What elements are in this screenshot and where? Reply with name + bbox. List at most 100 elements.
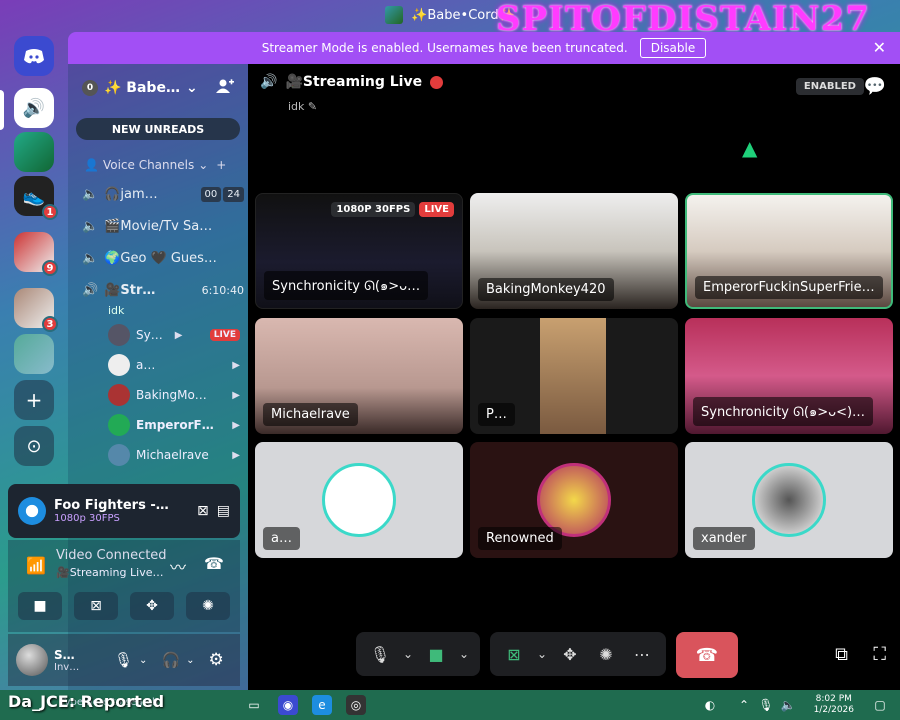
server-folder-2[interactable]: 3 bbox=[14, 288, 58, 332]
taskbar-clock[interactable]: 8:02 PM 1/2/2026 bbox=[814, 694, 854, 716]
voice-channel-name: 🎥Streaming Live… bbox=[56, 566, 164, 579]
clock-date: 1/2/2026 bbox=[813, 705, 854, 715]
speaker-icon: 🔈 bbox=[82, 218, 99, 234]
tile-name: Synchronicity ᘏ(๑>ᴗ<)… bbox=[693, 397, 874, 426]
chevron-down-icon[interactable]: ⌄ bbox=[456, 638, 472, 670]
disconnect-icon[interactable]: ☎ bbox=[204, 554, 224, 573]
add-server-icon[interactable]: + bbox=[14, 380, 54, 420]
avatar-tile[interactable]: Renowned bbox=[470, 442, 678, 558]
video-tile[interactable]: Synchronicity ᘏ(๑>ᴗ<)… bbox=[685, 318, 893, 434]
app-icon bbox=[385, 6, 404, 24]
mouse-cursor-icon: ▲ bbox=[742, 136, 758, 160]
discord-taskbar-icon[interactable]: ◉ bbox=[278, 695, 298, 715]
screen-share-button[interactable]: ⊠ bbox=[74, 592, 118, 620]
add-channel-icon[interactable]: + bbox=[216, 158, 226, 172]
headphones-icon[interactable]: 🎧 bbox=[161, 651, 180, 669]
activities-button[interactable]: ✥ bbox=[130, 592, 174, 620]
task-view-icon[interactable]: ▭ bbox=[244, 695, 264, 715]
microphone-icon[interactable]: 🎙 bbox=[114, 651, 133, 669]
channel-jam[interactable]: 🔈 🎧jam… 00 24 bbox=[82, 180, 244, 208]
chevron-down-icon[interactable]: ⌄ bbox=[139, 655, 147, 666]
hang-up-button[interactable]: ☎ bbox=[676, 632, 738, 678]
activity-panel[interactable]: Foo Fighters -… 1080p 30FPS ⊠ ▤ bbox=[8, 484, 240, 538]
close-icon[interactable]: ✕ bbox=[873, 38, 886, 57]
avatar-tile[interactable]: a… bbox=[255, 442, 463, 558]
channel-movie-tv[interactable]: 🔈 🎬Movie/Tv Sa… bbox=[82, 212, 244, 240]
settings-gear-icon[interactable]: ⚙ bbox=[209, 650, 224, 670]
notification-icon[interactable]: ▢ bbox=[870, 695, 890, 715]
microphone-icon[interactable]: 🎙 bbox=[364, 638, 396, 670]
voice-user[interactable]: a… ▶ bbox=[108, 352, 240, 378]
add-user-icon[interactable] bbox=[216, 78, 234, 98]
popout-icon[interactable]: ⧉ bbox=[835, 644, 848, 665]
voice-user[interactable]: EmperorF… ▶ bbox=[108, 412, 240, 438]
camera-icon: ■ bbox=[33, 598, 47, 614]
camera-icon[interactable]: ■ bbox=[420, 638, 452, 670]
avatar bbox=[108, 444, 130, 466]
more-icon[interactable]: ⋯ bbox=[626, 638, 658, 670]
avatar bbox=[108, 354, 130, 376]
stage-subtitle[interactable]: idk ✎ bbox=[288, 100, 317, 113]
noise-suppression-icon[interactable]: 〰 bbox=[170, 554, 186, 578]
microphone-tray-icon[interactable]: 🎙 bbox=[756, 695, 776, 715]
edge-taskbar-icon[interactable]: e bbox=[312, 695, 332, 715]
tile-name: P… bbox=[478, 403, 515, 426]
voice-user[interactable]: Michaelrave ▶ bbox=[108, 442, 240, 468]
unread-badge: 1 bbox=[42, 204, 58, 220]
channel-geo-guess[interactable]: 🔈 🌍Geo 🖤 Gues… bbox=[82, 244, 244, 272]
video-tile[interactable]: Michaelrave bbox=[255, 318, 463, 434]
new-unreads-pill[interactable]: NEW UNREADS bbox=[76, 118, 240, 140]
title-bar: ✨Babe•Cord✨ SPITOFDISTAIN27 bbox=[0, 0, 900, 36]
fullscreen-icon[interactable]: ⛶ bbox=[873, 644, 886, 665]
chevron-up-icon[interactable]: ⌃ bbox=[734, 695, 754, 715]
server-icon-docs[interactable]: 🔊 bbox=[14, 88, 54, 128]
voice-user[interactable]: Sy… ▶ LIVE bbox=[108, 322, 240, 348]
activities-icon[interactable]: ✥ bbox=[554, 638, 586, 670]
mic-group: 🎙 ⌄ ■ ⌄ bbox=[356, 632, 480, 676]
speaker-icon: 🔊 bbox=[82, 282, 99, 298]
soundboard-button[interactable]: ✺ bbox=[186, 592, 230, 620]
tile-name: a… bbox=[263, 527, 300, 550]
chat-bubble-icon[interactable]: 💬 bbox=[864, 76, 886, 97]
avatar bbox=[108, 324, 130, 346]
disable-button[interactable]: Disable bbox=[639, 38, 707, 58]
avatar[interactable] bbox=[16, 644, 48, 676]
streamer-mode-enabled-badge[interactable]: ENABLED bbox=[795, 78, 864, 95]
voice-user-name: BakingMo… bbox=[136, 388, 207, 402]
channel-streaming-live[interactable]: 🔊 🎥Str… 6:10:40 bbox=[82, 276, 244, 304]
status-icon: 0 bbox=[82, 80, 98, 96]
avatar-tile[interactable]: xander bbox=[685, 442, 893, 558]
chevron-down-icon[interactable]: ⌄ bbox=[400, 638, 416, 670]
voice-user-name: Sy… bbox=[136, 328, 163, 342]
server-icon-waterfall[interactable] bbox=[14, 334, 54, 374]
stream-settings-icon[interactable]: ▤ bbox=[217, 503, 230, 519]
screen-share-icon[interactable]: ⊠ bbox=[498, 638, 530, 670]
server-icon-green[interactable] bbox=[14, 132, 54, 172]
voice-user[interactable]: BakingMo… ▶ bbox=[108, 382, 240, 408]
video-icon: ▶ bbox=[232, 449, 240, 461]
chevron-down-icon[interactable]: ⌄ bbox=[186, 655, 194, 666]
stop-stream-icon[interactable]: ⊠ bbox=[197, 503, 209, 519]
video-tile-stream[interactable]: 1080P 30FPS LIVE Synchronicity ᘏ(๑>ᴗ… bbox=[255, 193, 463, 309]
activities-icon: ✥ bbox=[146, 598, 158, 614]
voice-user-name: Michaelrave bbox=[136, 448, 209, 462]
obs-taskbar-icon[interactable]: ◎ bbox=[346, 695, 366, 715]
server-folder-1[interactable]: 9 bbox=[14, 232, 58, 276]
soundboard-icon[interactable]: ✺ bbox=[590, 638, 622, 670]
server-header[interactable]: 0 ✨ Babe… ⌄ bbox=[68, 64, 248, 112]
tile-name: EmperorFuckinSuperFrie… bbox=[695, 276, 883, 299]
video-tile[interactable]: P… bbox=[470, 318, 678, 434]
explore-icon[interactable]: ⊙ bbox=[14, 426, 54, 466]
server-icon-shoes[interactable]: 👟 1 bbox=[14, 176, 58, 220]
chevron-down-icon[interactable]: ⌄ bbox=[534, 638, 550, 670]
weather-icon[interactable]: ◐ bbox=[700, 695, 720, 715]
video-tile[interactable]: BakingMonkey420 bbox=[470, 193, 678, 309]
category-voice-channels[interactable]: 👤 Voice Channels ⌄ + bbox=[84, 158, 226, 172]
signal-icon[interactable]: 📶 bbox=[26, 556, 46, 575]
discord-home-icon[interactable] bbox=[14, 36, 54, 76]
video-tile-speaking[interactable]: EmperorFuckinSuperFrie… bbox=[685, 193, 893, 309]
camera-button[interactable]: ■ bbox=[18, 592, 62, 620]
speaker-icon: 🔈 bbox=[82, 250, 99, 266]
clock-time: 8:02 PM bbox=[815, 694, 852, 704]
volume-icon[interactable]: 🔈 bbox=[778, 695, 798, 715]
